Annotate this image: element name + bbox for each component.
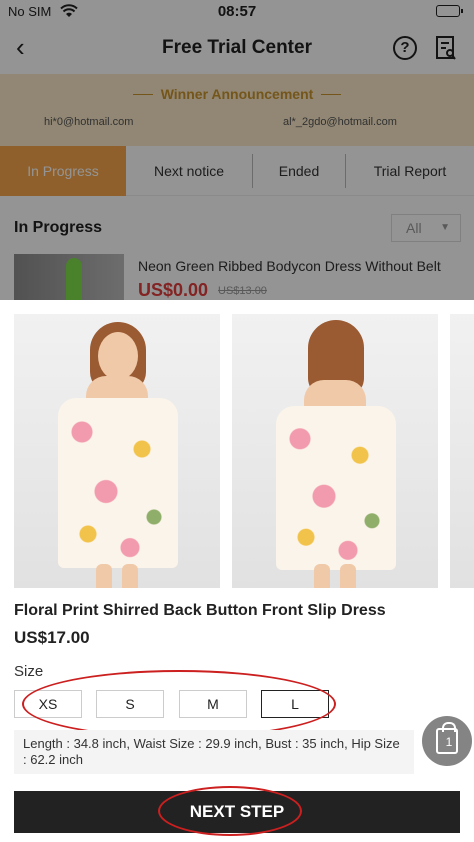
photo-background (450, 314, 474, 588)
model-leg (314, 564, 330, 588)
size-annotation-circle (22, 670, 336, 738)
dress-front (58, 398, 178, 568)
shopping-bag-button[interactable]: 1 (422, 716, 472, 766)
dim-overlay[interactable] (0, 0, 474, 300)
shopping-bag-icon: 1 (436, 722, 458, 754)
next-step-annotation-circle (158, 786, 302, 836)
model-leg (122, 564, 138, 588)
size-measurements: Length : 34.8 inch, Waist Size : 29.9 in… (14, 730, 414, 774)
product-title: Floral Print Shirred Back Button Front S… (14, 602, 386, 619)
product-photo-front[interactable] (14, 314, 220, 588)
product-photo-next[interactable] (450, 314, 474, 588)
product-photo-back[interactable] (232, 314, 438, 588)
image-gallery[interactable] (14, 314, 474, 588)
bag-count: 1 (445, 735, 453, 749)
product-price: US$17.00 (14, 628, 90, 647)
model-leg (96, 564, 112, 588)
size-label: Size (14, 663, 44, 680)
model-leg (340, 564, 356, 588)
background-page: No SIM 08:57 ‹ Free Trial Center ? Winne… (0, 0, 474, 300)
dress-back (276, 406, 396, 570)
model-face (98, 332, 138, 380)
product-sheet: Floral Print Shirred Back Button Front S… (0, 300, 474, 842)
